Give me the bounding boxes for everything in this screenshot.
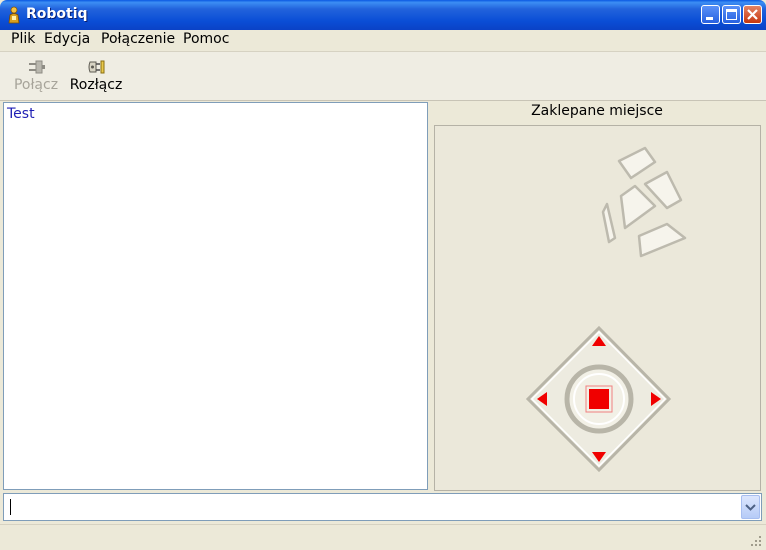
app-window: Robotiq Plik Edycja Połączenie Pomoc Poł…: [0, 0, 766, 550]
direction-pad[interactable]: [525, 325, 672, 473]
minimize-icon: [706, 17, 713, 20]
stop-button[interactable]: [585, 385, 613, 413]
maximize-button[interactable]: [722, 5, 741, 24]
control-panel: [434, 125, 761, 491]
log-line: Test: [7, 106, 35, 122]
maximize-icon: [726, 9, 737, 20]
control-panel-graphics: [525, 146, 687, 473]
toolbar: Połącz Rozłącz: [0, 52, 766, 101]
connect-label: Połącz: [13, 77, 59, 93]
menu-edycja[interactable]: Edycja: [44, 31, 90, 47]
decorative-shards-icon: [601, 146, 687, 258]
robot-app-icon: [8, 6, 20, 24]
plug-disconnect-icon: [88, 60, 105, 74]
menu-plik[interactable]: Plik: [11, 31, 35, 47]
window-title: Robotiq: [26, 6, 88, 22]
plug-connect-icon: [29, 60, 45, 74]
command-combobox[interactable]: [3, 493, 762, 521]
text-caret: [10, 499, 11, 515]
close-icon: [747, 9, 758, 20]
minimize-button[interactable]: [701, 5, 720, 24]
connect-button[interactable]: Połącz: [10, 54, 62, 98]
close-button[interactable]: [743, 5, 762, 24]
disconnect-label: Rozłącz: [69, 77, 123, 93]
dropdown-button[interactable]: [741, 495, 760, 519]
resize-grip-icon[interactable]: [750, 535, 762, 547]
menu-polaczenie[interactable]: Połączenie: [101, 31, 175, 47]
message-log[interactable]: Test: [3, 102, 428, 490]
status-bar: [0, 524, 766, 550]
panel-title: Zaklepane miejsce: [531, 103, 663, 119]
disconnect-button[interactable]: Rozłącz: [66, 54, 126, 98]
menu-bar: Plik Edycja Połączenie Pomoc: [0, 30, 766, 52]
chevron-down-icon: [745, 504, 756, 511]
menu-pomoc[interactable]: Pomoc: [183, 31, 229, 47]
title-bar[interactable]: Robotiq: [0, 0, 766, 30]
